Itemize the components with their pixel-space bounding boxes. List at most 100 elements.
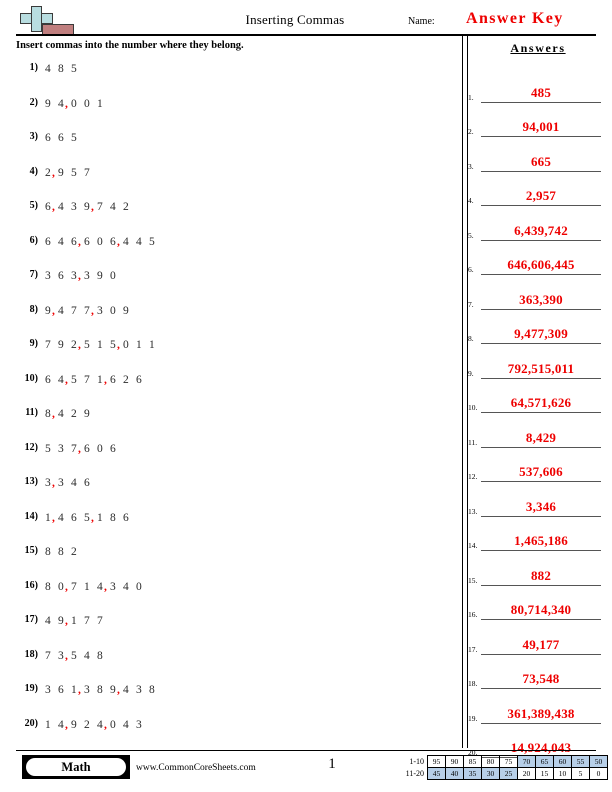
answer-index: 15. bbox=[468, 575, 478, 585]
problem-digit-sequence[interactable]: 2, 9 5 7 bbox=[45, 167, 97, 179]
digit: 8 bbox=[97, 684, 103, 696]
answer-blank-line[interactable] bbox=[481, 239, 601, 241]
problem-digit-sequence[interactable]: 5 3 7, 6 0 6 bbox=[45, 443, 123, 455]
digit: 5 bbox=[71, 166, 77, 179]
answer-index: 12. bbox=[468, 472, 478, 481]
answer-blank-line[interactable] bbox=[481, 481, 601, 482]
digit: 1 bbox=[71, 615, 77, 627]
answer-blank-line[interactable] bbox=[481, 653, 601, 655]
problem-number: 19) bbox=[24, 683, 38, 694]
grading-score-cell: 40 bbox=[445, 767, 464, 780]
problem-row: 12) 5 3 7, 6 0 6 bbox=[16, 440, 456, 475]
answer-list: 1. 485 2. 94,001 3. 665 4. 2,957 5. 6,439,742 6. 64… bbox=[468, 72, 608, 762]
digit: 1 bbox=[84, 580, 90, 593]
digit: 9 bbox=[58, 166, 64, 179]
digit: 0 bbox=[97, 235, 103, 248]
problem-digit-sequence[interactable]: 3 6 1, 3 8 9, 4 3 8 bbox=[45, 684, 162, 696]
subject-badge: Math bbox=[22, 755, 130, 779]
grading-score-cell: 30 bbox=[481, 767, 500, 780]
answer-blank-line[interactable] bbox=[481, 515, 601, 517]
answer-value: 8,429 bbox=[525, 429, 557, 445]
digit: 6 bbox=[45, 235, 51, 248]
answer-blank-line[interactable] bbox=[481, 101, 601, 103]
answer-blank-line[interactable] bbox=[481, 688, 601, 689]
problem-row: 14) 1, 4 6 5, 1 8 6 bbox=[16, 509, 456, 544]
problem-row: 8) 9, 4 7 7, 3 0 9 bbox=[16, 302, 456, 337]
answer-blank-line[interactable] bbox=[481, 412, 601, 413]
digit: 3 bbox=[58, 477, 64, 489]
digit: 9 bbox=[97, 270, 103, 282]
answer-blank-line[interactable] bbox=[481, 550, 601, 551]
problem-digit-sequence[interactable]: 665 bbox=[45, 132, 84, 144]
grading-row-label: 11-20 bbox=[405, 769, 424, 778]
problem-digit-sequence[interactable]: 8 0, 7 1 4, 3 4 0 bbox=[45, 581, 149, 593]
answer-blank-line[interactable] bbox=[481, 584, 601, 586]
answer-blank-line[interactable] bbox=[481, 619, 601, 620]
answer-blank-line[interactable] bbox=[481, 170, 601, 172]
digit: 9 bbox=[84, 408, 90, 420]
answer-blank-line[interactable] bbox=[481, 308, 601, 310]
digit: 0 bbox=[110, 718, 116, 731]
answer-blank-line[interactable] bbox=[481, 274, 601, 275]
answer-row: 15. 882 bbox=[468, 555, 608, 590]
problem-digit-sequence[interactable]: 3 6 3, 3 9 0 bbox=[45, 270, 123, 282]
digit: 5 bbox=[71, 373, 77, 386]
answer-blank-line[interactable] bbox=[481, 446, 601, 448]
problem-digit-sequence[interactable]: 4 9, 1 7 7 bbox=[45, 615, 110, 627]
problem-number: 2) bbox=[29, 96, 38, 108]
answer-blank-line[interactable] bbox=[481, 377, 601, 379]
answer-value: 14,924,043 bbox=[510, 740, 572, 755]
problem-list: 1) 4 8 5 2) 9 4, 0 0 1 3) 6 6 5 4) 2, 9 5 7 5) 6, 4 3 9, 7 4 2 6) 6 4… bbox=[16, 60, 456, 750]
answer-value: 6,439,742 bbox=[514, 222, 568, 238]
answer-blank-line[interactable] bbox=[481, 722, 601, 724]
answer-blank-line[interactable] bbox=[481, 343, 601, 344]
problem-number: 6) bbox=[29, 234, 38, 246]
grading-score-cell: 15 bbox=[535, 767, 554, 780]
grading-score-cell: 90 bbox=[445, 755, 464, 768]
answer-row: 17. 49,177 bbox=[468, 624, 608, 659]
grading-score-cell: 55 bbox=[571, 755, 590, 768]
problem-digit-sequence[interactable]: 1, 4 6 5, 1 8 6 bbox=[45, 512, 136, 524]
digit: 6 bbox=[58, 684, 64, 696]
digit: 0 bbox=[71, 97, 77, 110]
digit: 1 bbox=[97, 97, 103, 110]
problem-digit-sequence[interactable]: 7 3, 5 4 8 bbox=[45, 650, 110, 662]
answer-blank-line[interactable] bbox=[481, 136, 601, 137]
grading-score-cell: 80 bbox=[481, 755, 500, 768]
page-number: 1 bbox=[328, 756, 336, 772]
problem-digit-sequence[interactable]: 9, 4 7 7, 3 0 9 bbox=[45, 305, 136, 317]
problem-digit-sequence[interactable]: 882 bbox=[45, 546, 84, 558]
digit: 4 bbox=[45, 63, 51, 75]
answer-row: 1. 485 bbox=[468, 72, 608, 107]
grading-score-cell: 10 bbox=[553, 767, 572, 780]
answer-blank-line[interactable] bbox=[481, 205, 601, 206]
digit: 1 bbox=[97, 511, 103, 524]
problem-digit-sequence[interactable]: 485 bbox=[45, 63, 84, 75]
problem-digit-sequence[interactable]: 6 4 6, 6 0 6, 4 4 5 bbox=[45, 236, 162, 248]
digit: 4 bbox=[58, 304, 64, 317]
answer-index: 5. bbox=[468, 230, 474, 240]
problem-row: 2) 9 4, 0 0 1 bbox=[16, 95, 456, 130]
digit: 0 bbox=[84, 97, 90, 110]
answer-index: 4. bbox=[468, 196, 474, 205]
problem-digit-sequence[interactable]: 1 4, 9 2 4, 0 4 3 bbox=[45, 719, 149, 731]
problem-digit-sequence[interactable]: 3, 3 4 6 bbox=[45, 477, 97, 489]
problem-digit-sequence[interactable]: 9 4, 0 0 1 bbox=[45, 98, 110, 110]
problem-digit-sequence[interactable]: 6 4, 5 7 1, 6 2 6 bbox=[45, 374, 149, 386]
digit: 8 bbox=[58, 546, 64, 558]
problem-digit-sequence[interactable]: 6, 4 3 9, 7 4 2 bbox=[45, 201, 136, 213]
answer-index: 8. bbox=[468, 334, 474, 343]
grading-row-label: 1-10 bbox=[409, 757, 424, 766]
problem-number: 14) bbox=[24, 510, 38, 522]
digit: 1 bbox=[97, 339, 103, 351]
digit: 0 bbox=[123, 339, 129, 351]
problem-digit-sequence[interactable]: 7 9 2, 5 1 5, 0 1 1 bbox=[45, 339, 162, 351]
answer-value: 64,571,626 bbox=[510, 395, 572, 410]
digit: 7 bbox=[45, 339, 51, 351]
answer-row: 14. 1,465,186 bbox=[468, 521, 608, 556]
problem-number: 4) bbox=[29, 165, 38, 177]
grading-score-cell: 45 bbox=[427, 767, 446, 780]
problem-digit-sequence[interactable]: 8, 4 2 9 bbox=[45, 408, 97, 420]
digit: 5 bbox=[45, 442, 51, 455]
answer-row: 18. 73,548 bbox=[468, 659, 608, 694]
